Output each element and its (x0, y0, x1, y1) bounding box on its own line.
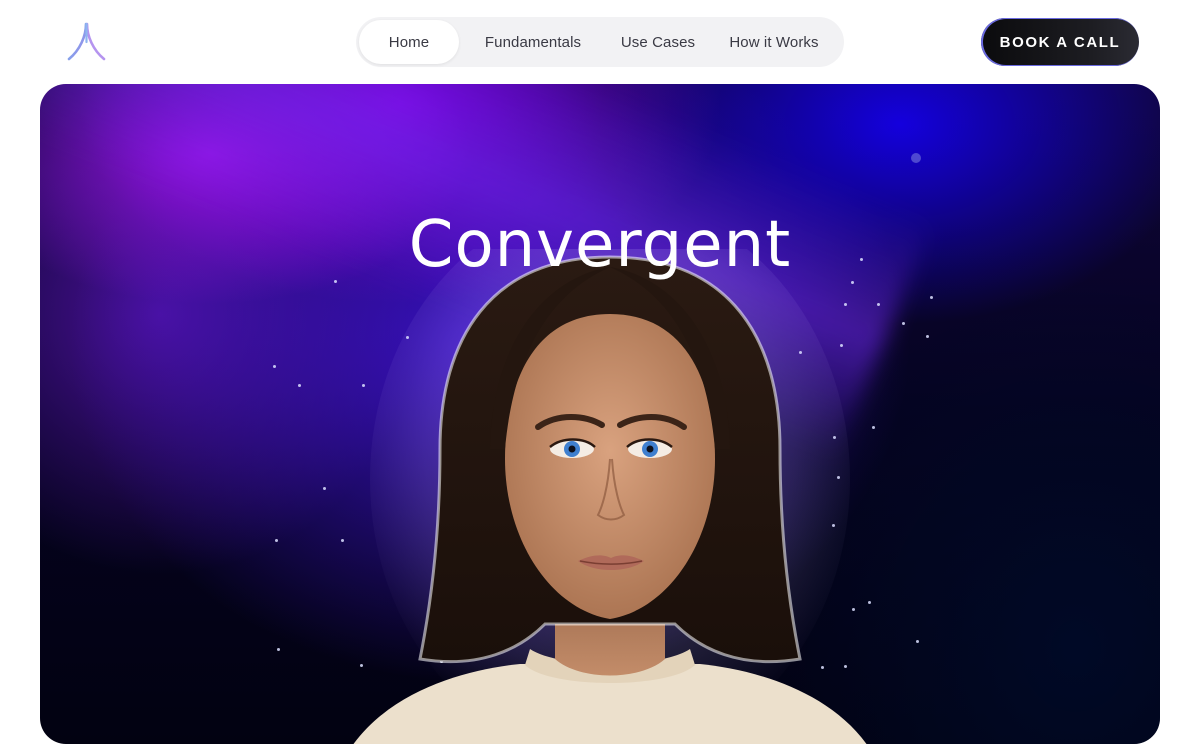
star-dot (930, 296, 933, 299)
star-dot (275, 539, 278, 542)
star-dot (911, 153, 921, 163)
book-a-call-button[interactable]: BOOK A CALL (981, 18, 1139, 66)
hero-section: Convergent (40, 84, 1160, 744)
woman-portrait-illustration (353, 249, 867, 744)
nav-item-fundamentals[interactable]: Fundamentals (459, 20, 607, 64)
star-dot (277, 648, 280, 651)
star-dot (926, 335, 929, 338)
star-dot (298, 384, 301, 387)
hero-title: Convergent (408, 208, 792, 282)
star-dot (273, 365, 276, 368)
star-dot (916, 640, 919, 643)
convergent-logo-icon[interactable] (66, 22, 108, 62)
nav-item-home[interactable]: Home (359, 20, 459, 64)
nav-item-how-it-works[interactable]: How it Works (709, 20, 839, 64)
nav-item-use-cases[interactable]: Use Cases (607, 20, 709, 64)
site-header: Home Fundamentals Use Cases How it Works… (0, 0, 1200, 84)
main-nav: Home Fundamentals Use Cases How it Works (356, 17, 844, 67)
